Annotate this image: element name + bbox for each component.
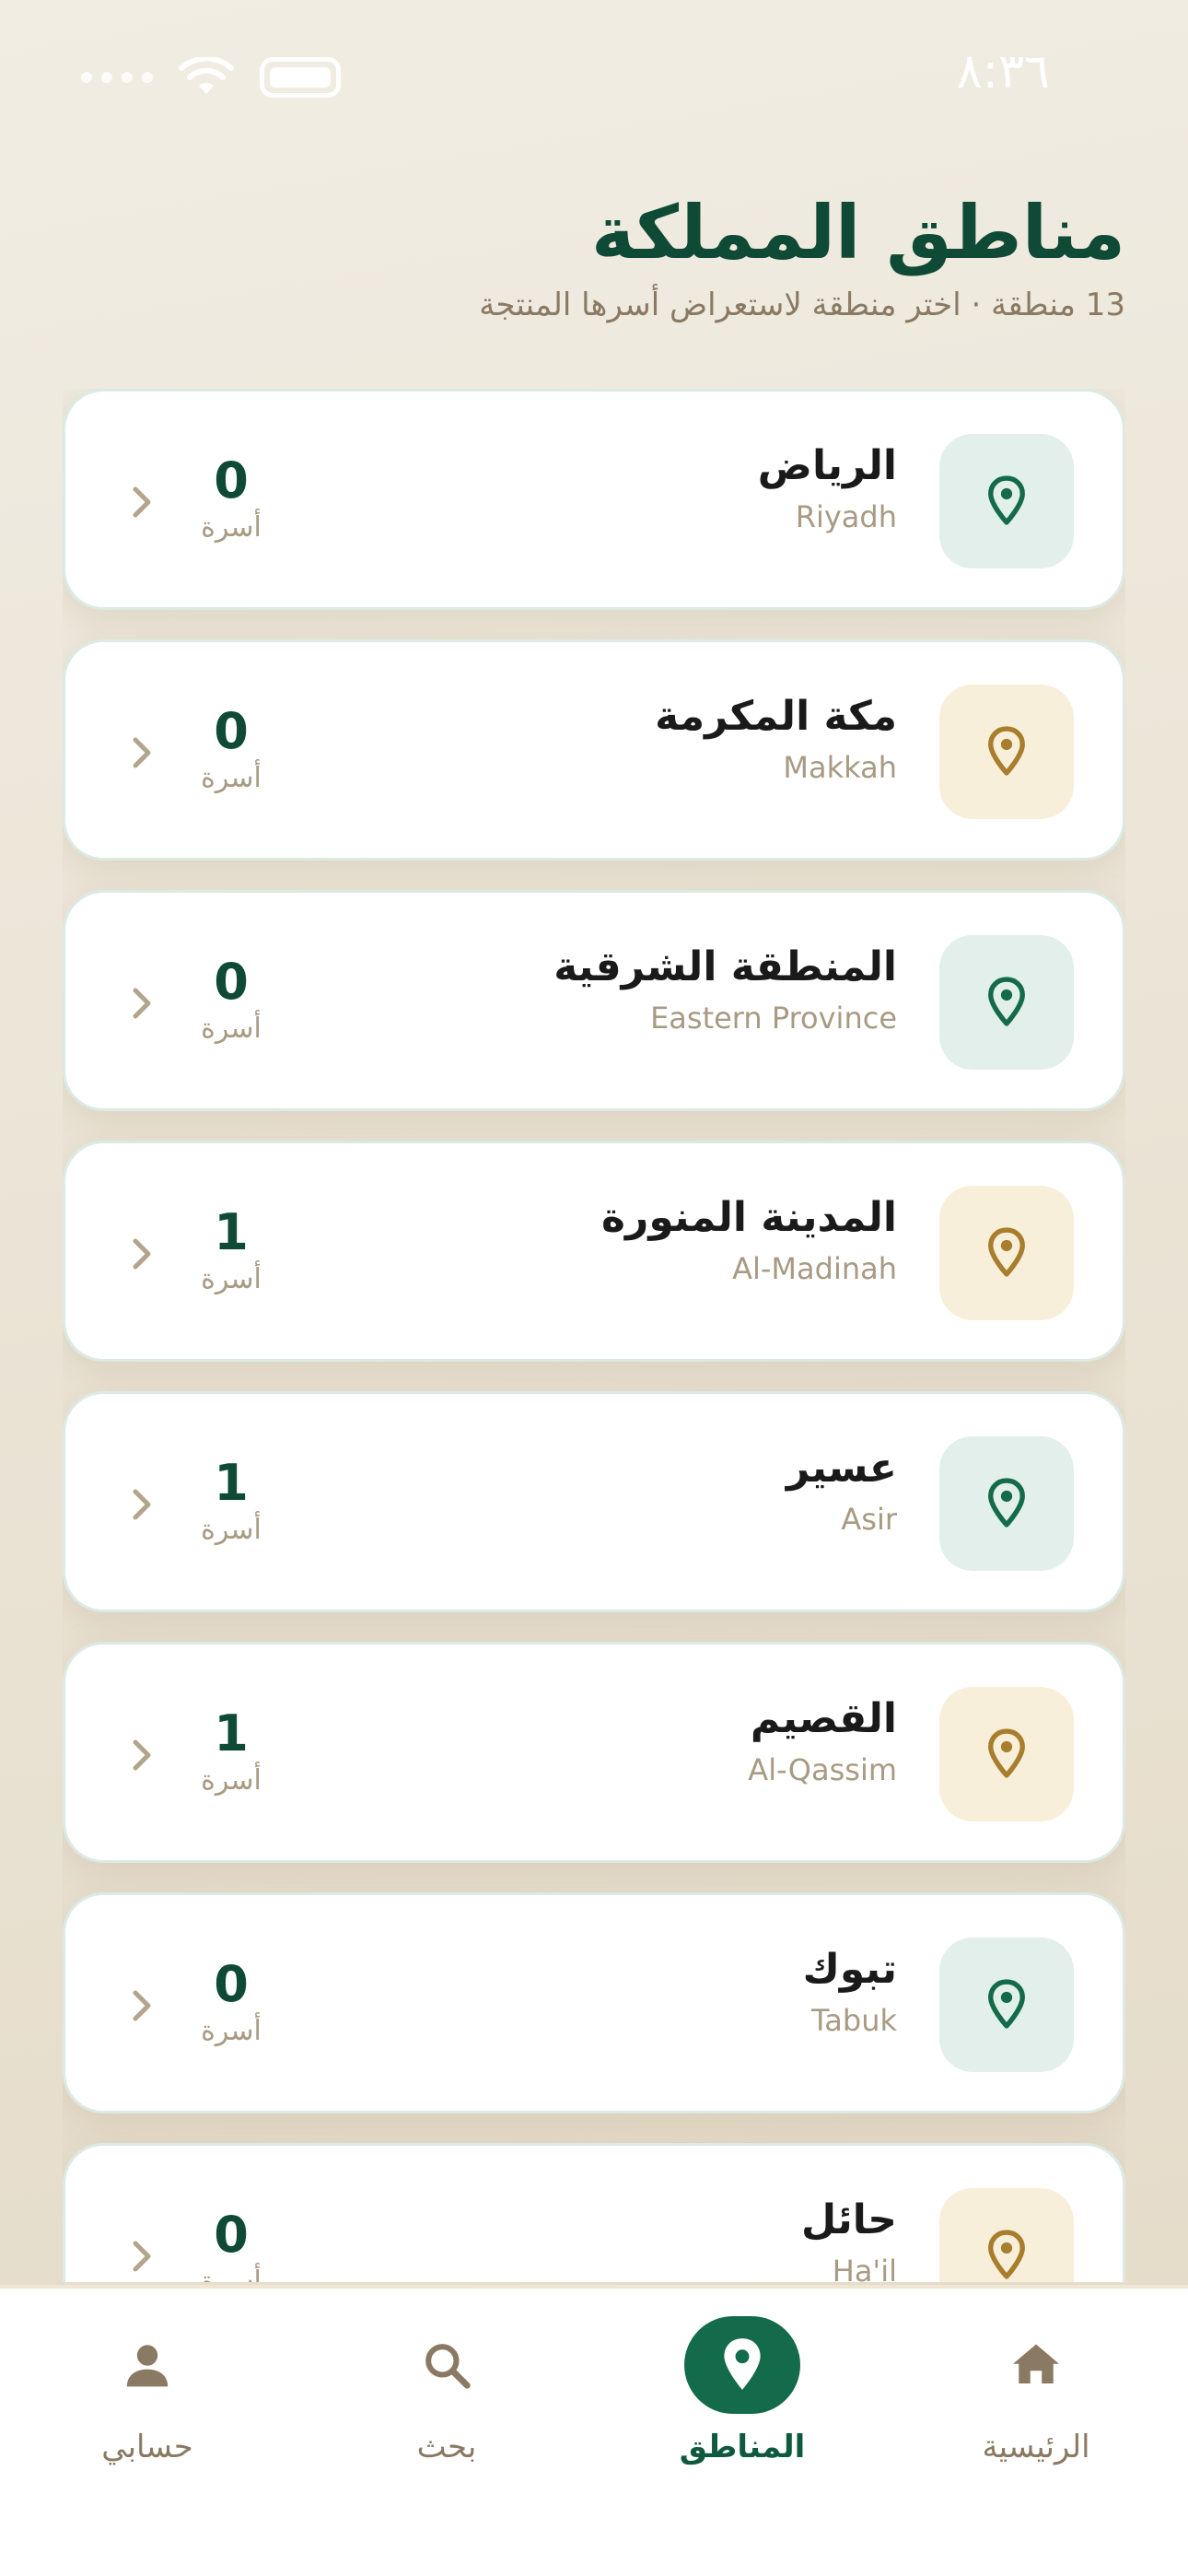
battery-icon xyxy=(260,57,341,98)
nav-label-search: بحث xyxy=(416,2429,477,2465)
chevron-left-icon xyxy=(130,1486,154,1527)
region-texts: القصيم Al-Qassim xyxy=(748,1692,897,1787)
count-label: أسرة xyxy=(201,1764,262,1797)
region-card[interactable]: المنطقة الشرقية Eastern Province 0 أسرة xyxy=(63,890,1125,1111)
count-value: 0 xyxy=(214,953,249,1011)
region-texts: مكة المكرمة Makkah xyxy=(655,690,897,785)
region-list: الرياض Riyadh 0 أسرة مكة المكرمة Makkah 0 أسرة ا… xyxy=(63,389,1125,2282)
region-name: حائل xyxy=(800,2196,897,2243)
region-card[interactable]: عسير Asir 1 أسرة xyxy=(63,1391,1125,1612)
count-value: 1 xyxy=(214,1454,249,1512)
region-name-en: Al-Qassim xyxy=(748,1752,897,1788)
region-name: القصيم xyxy=(750,1695,897,1742)
page-header: مناطق المملكة 13 منطقة · اختر منطقة لاست… xyxy=(63,189,1125,323)
status-time: ٨:٣٦ xyxy=(956,44,1050,100)
nav-item-regions[interactable]: المناطق xyxy=(627,2289,857,2491)
region-name: تبوك xyxy=(802,1946,897,1993)
region-name-en: Eastern Province xyxy=(650,1001,897,1036)
region-family-count: 0 أسرة xyxy=(185,953,277,1046)
location-pin-icon xyxy=(684,2316,800,2414)
count-label: أسرة xyxy=(201,1263,262,1295)
nav-label-home: الرئيسية xyxy=(982,2429,1090,2465)
status-bar: ٨:٣٦ xyxy=(0,0,1188,157)
region-texts: تبوك Tabuk xyxy=(803,1943,897,2038)
count-value: 1 xyxy=(214,1704,249,1762)
wifi-icon xyxy=(179,57,234,98)
region-name-en: Asir xyxy=(841,1502,897,1538)
page-subtitle: 13 منطقة · اختر منطقة لاستعراض أسرها الم… xyxy=(479,287,1125,323)
location-pin-icon xyxy=(939,1186,1074,1320)
count-label: أسرة xyxy=(201,2266,262,2282)
region-card[interactable]: مكة المكرمة Makkah 0 أسرة xyxy=(63,639,1125,861)
page-title: مناطق المملكة xyxy=(591,190,1125,275)
home-icon xyxy=(978,2316,1094,2414)
nav-item-home[interactable]: الرئيسية xyxy=(921,2289,1151,2491)
region-name-en: Makkah xyxy=(783,750,897,786)
search-icon xyxy=(389,2316,505,2414)
chevron-left-icon xyxy=(130,1235,154,1276)
user-icon xyxy=(89,2316,205,2414)
region-texts: الرياض Riyadh xyxy=(758,439,897,534)
chevron-left-icon xyxy=(130,484,154,524)
location-pin-icon xyxy=(939,935,1074,1070)
chevron-left-icon xyxy=(130,1737,154,1777)
region-name: المدينة المنورة xyxy=(601,1194,897,1241)
region-name-en: Ha'il xyxy=(832,2254,897,2282)
region-family-count: 0 أسرة xyxy=(185,2206,277,2283)
region-card[interactable]: القصيم Al-Qassim 1 أسرة xyxy=(63,1642,1125,1863)
count-value: 0 xyxy=(214,1955,249,2013)
region-family-count: 0 أسرة xyxy=(185,702,277,795)
region-family-count: 1 أسرة xyxy=(185,1454,277,1547)
region-name-en: Riyadh xyxy=(795,499,897,535)
bottom-nav: الرئيسية المناطق بحث حسابي xyxy=(0,2285,1188,2576)
region-name-en: Tabuk xyxy=(811,2003,897,2039)
region-texts: حائل Ha'il xyxy=(801,2194,897,2282)
region-family-count: 0 أسرة xyxy=(185,456,277,544)
signal-dots-icon xyxy=(81,72,153,83)
count-value: 0 xyxy=(214,702,249,760)
region-texts: المنطقة الشرقية Eastern Province xyxy=(553,941,897,1036)
region-name: الرياض xyxy=(757,442,897,489)
count-value: 0 xyxy=(214,2206,249,2264)
location-pin-icon xyxy=(939,1436,1074,1571)
chevron-left-icon xyxy=(130,985,154,1025)
nav-label-regions: المناطق xyxy=(679,2429,806,2465)
nav-item-search[interactable]: بحث xyxy=(332,2289,562,2491)
region-name: المنطقة الشرقية xyxy=(553,943,897,990)
region-card[interactable]: حائل Ha'il 0 أسرة xyxy=(63,2143,1125,2282)
nav-label-account: حسابي xyxy=(101,2429,193,2465)
count-label: أسرة xyxy=(201,762,262,794)
count-label: أسرة xyxy=(201,511,262,544)
count-label: أسرة xyxy=(201,2015,262,2047)
region-family-count: 1 أسرة xyxy=(185,1709,277,1797)
location-pin-icon xyxy=(939,2188,1074,2282)
region-card[interactable]: تبوك Tabuk 0 أسرة xyxy=(63,1892,1125,2113)
region-name-en: Al-Madinah xyxy=(732,1251,897,1287)
region-texts: عسير Asir xyxy=(786,1442,897,1537)
location-pin-icon xyxy=(939,434,1074,568)
chevron-left-icon xyxy=(130,2238,154,2278)
region-card[interactable]: الرياض Riyadh 0 أسرة xyxy=(63,389,1125,610)
chevron-left-icon xyxy=(130,1987,154,2028)
location-pin-icon xyxy=(939,1687,1074,1821)
count-label: أسرة xyxy=(201,1514,262,1546)
count-value: 0 xyxy=(214,451,249,509)
chevron-left-icon xyxy=(130,734,154,775)
location-pin-icon xyxy=(939,685,1074,819)
region-name: عسير xyxy=(786,1445,897,1492)
location-pin-icon xyxy=(939,1938,1074,2072)
region-family-count: 1 أسرة xyxy=(185,1203,277,1296)
status-icons xyxy=(81,57,341,98)
region-texts: المدينة المنورة Al-Madinah xyxy=(601,1191,897,1286)
count-label: أسرة xyxy=(201,1013,262,1045)
count-value: 1 xyxy=(214,1203,249,1261)
region-name: مكة المكرمة xyxy=(655,693,897,740)
nav-item-account[interactable]: حسابي xyxy=(32,2289,262,2491)
region-card[interactable]: المدينة المنورة Al-Madinah 1 أسرة xyxy=(63,1141,1125,1362)
region-family-count: 0 أسرة xyxy=(185,1955,277,2048)
